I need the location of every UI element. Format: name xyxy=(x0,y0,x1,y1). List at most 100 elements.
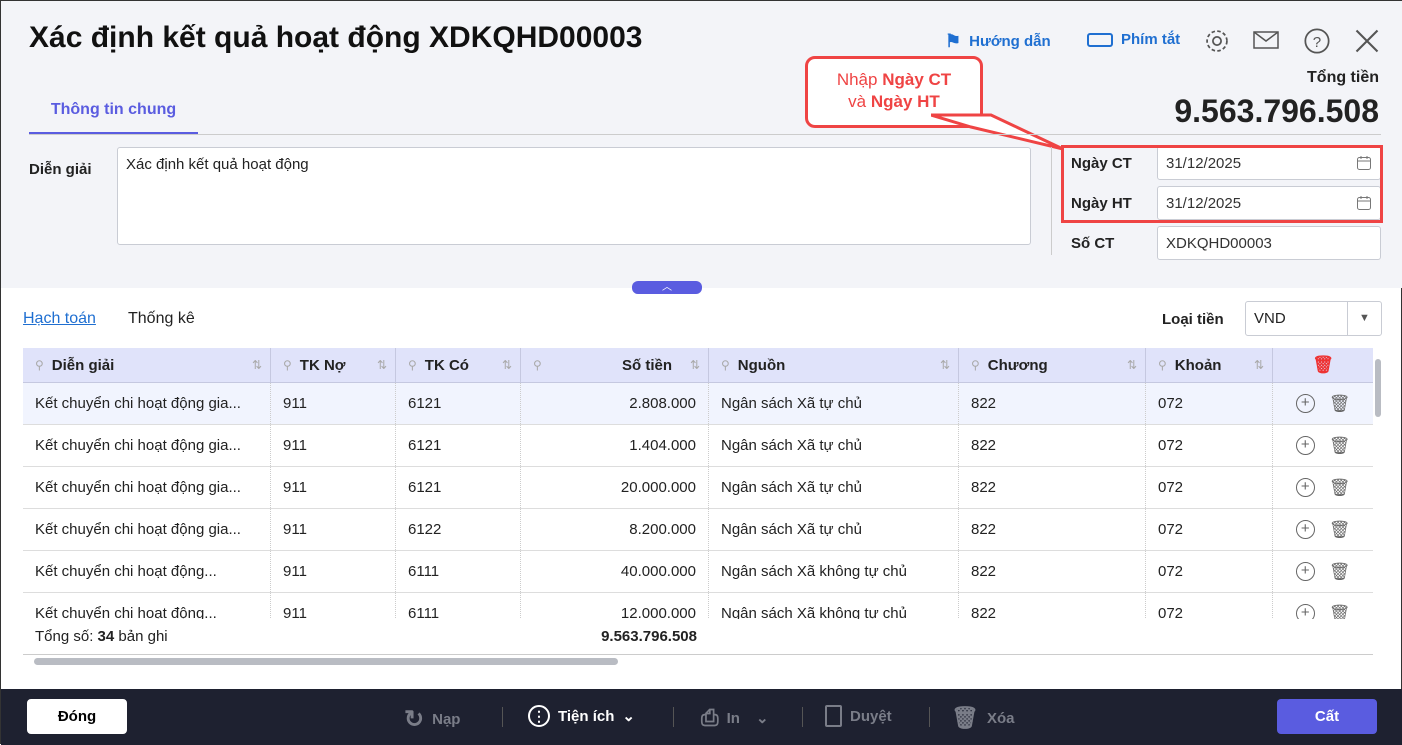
table-cell[interactable]: 911 xyxy=(271,425,396,466)
table-cell[interactable]: 072 xyxy=(1146,425,1273,466)
column-header[interactable]: ⚲ Khoản ⇅ xyxy=(1146,348,1273,382)
table-cell[interactable]: 911 xyxy=(271,551,396,592)
column-header[interactable]: ⚲ Chương ⇅ xyxy=(959,348,1146,382)
table-cell[interactable]: Ngân sách Xã không tự chủ xyxy=(709,551,959,592)
pin-icon[interactable]: ⚲ xyxy=(971,358,980,372)
table-row[interactable]: Kết chuyển chi hoạt động gia... 911 6121 2.… xyxy=(23,383,1373,425)
table-header: ⚲ Diễn giải ⇅ ⚲ TK Nợ ⇅ ⚲ TK Có ⇅ ⚲ Số tiền ⇅ ⚲ Nguồn… xyxy=(23,348,1373,383)
close-icon[interactable] xyxy=(1353,27,1381,55)
column-header[interactable]: ⚲ TK Có ⇅ xyxy=(396,348,521,382)
accounting-table: ⚲ Diễn giải ⇅ ⚲ TK Nợ ⇅ ⚲ TK Có ⇅ ⚲ Số tiền ⇅ ⚲ Nguồn… xyxy=(23,348,1373,635)
sort-icon[interactable]: ⇅ xyxy=(377,358,387,372)
table-cell[interactable]: 822 xyxy=(959,383,1146,424)
separator xyxy=(502,707,503,727)
table-cell[interactable]: Kết chuyển chi hoạt động gia... xyxy=(23,509,271,550)
table-cell[interactable]: 40.000.000 xyxy=(521,551,709,592)
table-cell[interactable]: 911 xyxy=(271,509,396,550)
table-row[interactable]: Kết chuyển chi hoạt động gia... 911 6122 8.… xyxy=(23,509,1373,551)
utilities-button[interactable]: ⋮ Tiện ích ⌄ xyxy=(528,705,635,727)
sort-icon[interactable]: ⇅ xyxy=(252,358,262,372)
currency-label: Loại tiền xyxy=(1162,311,1224,328)
column-header[interactable]: ⚲ Nguồn ⇅ xyxy=(709,348,959,382)
table-cell[interactable]: 6121 xyxy=(396,383,521,424)
so-ct-input[interactable]: XDKQHD00003 xyxy=(1157,226,1381,260)
table-cell[interactable]: Kết chuyển chi hoạt động... xyxy=(23,551,271,592)
gear-icon[interactable] xyxy=(1203,27,1231,55)
collapse-button[interactable]: ︿ xyxy=(632,281,702,294)
pin-icon[interactable]: ⚲ xyxy=(1158,358,1167,372)
add-row-icon[interactable]: + xyxy=(1295,478,1315,497)
currency-select[interactable]: VND ▼ xyxy=(1245,301,1382,336)
table-row[interactable]: Kết chuyển chi hoạt động gia... 911 6121 20… xyxy=(23,467,1373,509)
table-cell[interactable]: 6111 xyxy=(396,551,521,592)
table-cell[interactable]: 2.808.000 xyxy=(521,383,709,424)
table-cell[interactable]: Ngân sách Xã tự chủ xyxy=(709,509,959,550)
add-row-icon[interactable]: + xyxy=(1295,520,1315,539)
table-cell[interactable]: 822 xyxy=(959,425,1146,466)
delete-all-icon[interactable]: 🗑 xyxy=(1312,355,1334,375)
table-cell[interactable]: 1.404.000 xyxy=(521,425,709,466)
sort-icon[interactable]: ⇅ xyxy=(690,358,700,372)
add-row-icon[interactable]: + xyxy=(1295,394,1315,413)
help-icon[interactable]: ? xyxy=(1303,27,1331,55)
delete-button[interactable]: 🗑 Xóa xyxy=(951,705,1014,731)
mail-send-icon[interactable] xyxy=(1253,27,1281,55)
table-cell[interactable]: Kết chuyển chi hoạt động gia... xyxy=(23,383,271,424)
table-cell[interactable]: 072 xyxy=(1146,383,1273,424)
save-button[interactable]: Cất xyxy=(1277,699,1377,734)
pin-icon[interactable]: ⚲ xyxy=(283,358,292,372)
table-cell[interactable]: 911 xyxy=(271,383,396,424)
trash-icon[interactable]: 🗑 xyxy=(1329,520,1351,540)
horizontal-scrollbar[interactable] xyxy=(34,658,618,665)
record-count: Tổng số: 34 bản ghi xyxy=(35,628,168,645)
guide-button[interactable]: ⚑ Hướng dẫn xyxy=(945,31,1051,52)
table-cell[interactable]: 8.200.000 xyxy=(521,509,709,550)
sort-icon[interactable]: ⇅ xyxy=(940,358,950,372)
table-cell[interactable]: 072 xyxy=(1146,551,1273,592)
table-row[interactable]: Kết chuyển chi hoạt động... 911 6111 40.000… xyxy=(23,551,1373,593)
sort-icon[interactable]: ⇅ xyxy=(502,358,512,372)
description-input[interactable]: Xác định kết quả hoạt động xyxy=(117,147,1031,245)
trash-icon[interactable]: 🗑 xyxy=(1329,478,1351,498)
column-header[interactable]: ⚲ Số tiền ⇅ xyxy=(521,348,709,382)
table-cell[interactable]: 6121 xyxy=(396,425,521,466)
table-cell[interactable]: Ngân sách Xã tự chủ xyxy=(709,467,959,508)
trash-icon[interactable]: 🗑 xyxy=(1329,394,1351,414)
add-row-icon[interactable]: + xyxy=(1295,436,1315,455)
column-header[interactable]: ⚲ Diễn giải ⇅ xyxy=(23,348,271,382)
tab-general-info[interactable]: Thông tin chung xyxy=(29,101,198,135)
column-header[interactable]: ⚲ TK Nợ ⇅ xyxy=(271,348,396,382)
table-cell[interactable]: 072 xyxy=(1146,467,1273,508)
table-cell[interactable]: 822 xyxy=(959,551,1146,592)
table-cell[interactable]: 20.000.000 xyxy=(521,467,709,508)
table-cell[interactable]: Kết chuyển chi hoạt động gia... xyxy=(23,425,271,466)
table-cell[interactable]: 6122 xyxy=(396,509,521,550)
table-row[interactable]: Kết chuyển chi hoạt động gia... 911 6121 1.… xyxy=(23,425,1373,467)
tab-thong-ke[interactable]: Thống kê xyxy=(128,310,195,328)
table-cell[interactable]: 911 xyxy=(271,467,396,508)
trash-icon[interactable]: 🗑 xyxy=(1329,562,1351,582)
table-cell[interactable]: Ngân sách Xã tự chủ xyxy=(709,383,959,424)
close-button[interactable]: Đóng xyxy=(27,699,127,734)
reload-button[interactable]: ↻ Nạp xyxy=(404,705,460,734)
table-cell[interactable]: 822 xyxy=(959,509,1146,550)
table-cell[interactable]: Ngân sách Xã tự chủ xyxy=(709,425,959,466)
table-cell[interactable]: 6121 xyxy=(396,467,521,508)
print-button[interactable]: ⎙ In ⌄ xyxy=(701,705,769,731)
table-cell[interactable]: 072 xyxy=(1146,509,1273,550)
pin-icon[interactable]: ⚲ xyxy=(408,358,417,372)
table-cell[interactable]: 822 xyxy=(959,467,1146,508)
sort-icon[interactable]: ⇅ xyxy=(1127,358,1137,372)
tab-hach-toan[interactable]: Hạch toán xyxy=(23,310,96,328)
pin-icon[interactable]: ⚲ xyxy=(721,358,730,372)
pin-icon[interactable]: ⚲ xyxy=(533,358,542,372)
vertical-scrollbar[interactable] xyxy=(1375,359,1381,417)
document-icon xyxy=(825,705,842,727)
sort-icon[interactable]: ⇅ xyxy=(1254,358,1264,372)
pin-icon[interactable]: ⚲ xyxy=(35,358,44,372)
add-row-icon[interactable]: + xyxy=(1295,562,1315,581)
trash-icon[interactable]: 🗑 xyxy=(1329,436,1351,456)
approve-button[interactable]: Duyệt xyxy=(825,705,892,727)
table-cell[interactable]: Kết chuyển chi hoạt động gia... xyxy=(23,467,271,508)
shortcuts-button[interactable]: Phím tắt xyxy=(1087,31,1180,48)
